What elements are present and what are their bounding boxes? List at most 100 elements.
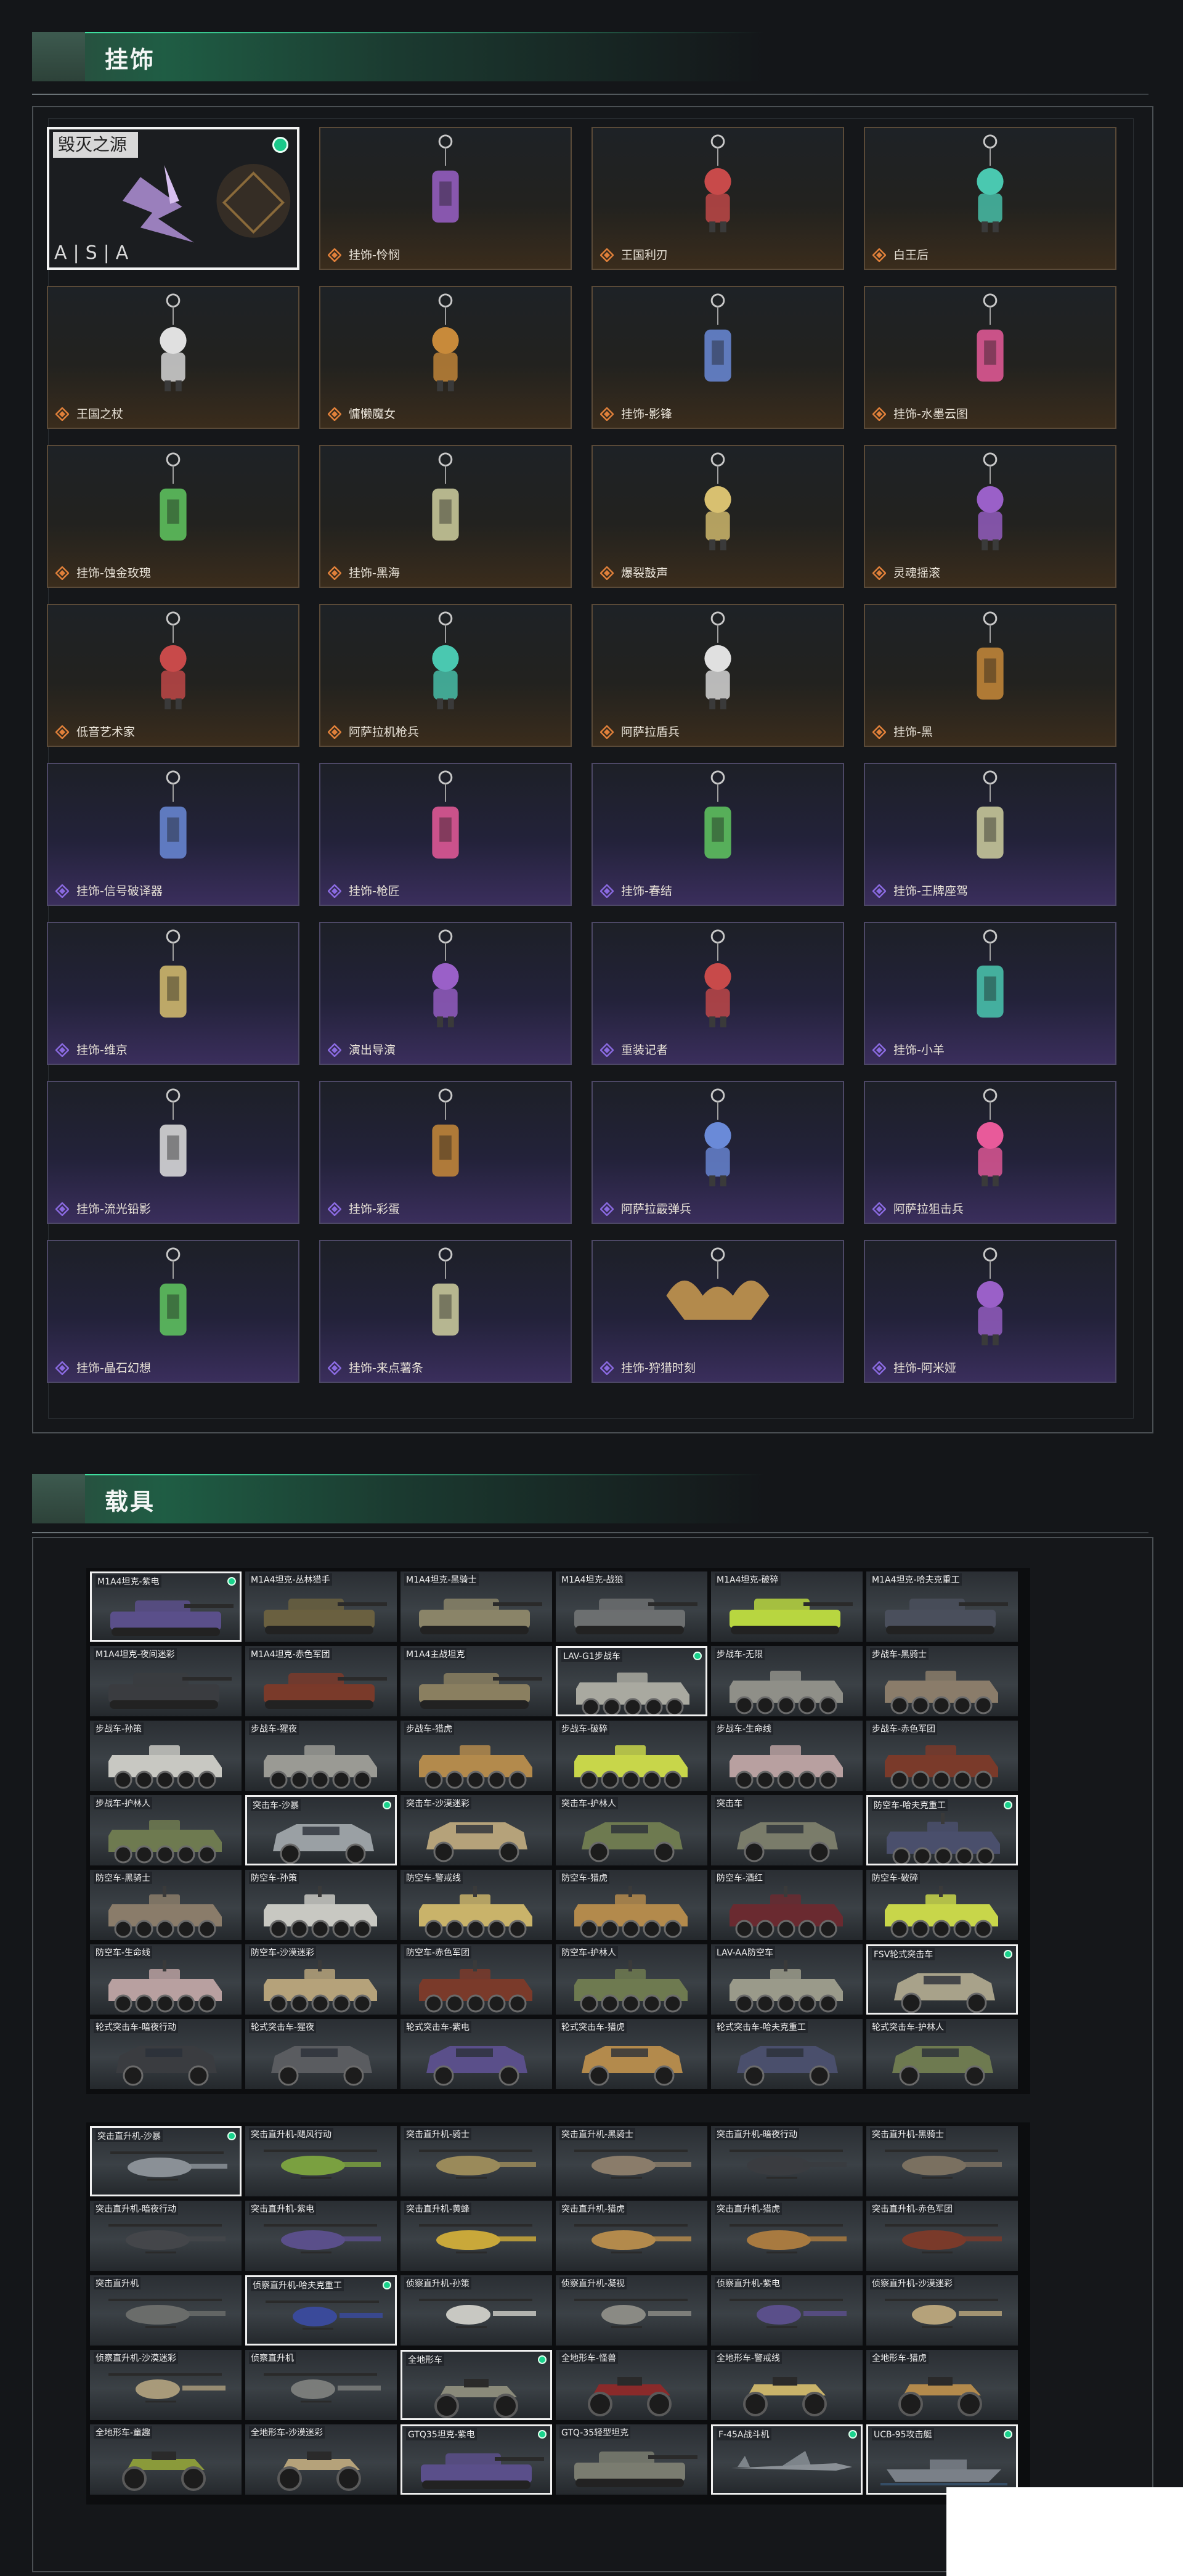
vehicle-tile[interactable]: 全地形车-沙漠迷彩 — [245, 2424, 397, 2495]
vehicle-tile[interactable]: M1A4坦克-丛林猎手 — [245, 1571, 397, 1642]
ornament-card[interactable]: 挂饰-流光铅影 — [47, 1081, 299, 1224]
vehicle-tile[interactable]: 步战车-猎虎 — [400, 1721, 552, 1791]
vehicle-tile[interactable]: 步战车-破碎 — [556, 1721, 707, 1791]
vehicle-tile[interactable]: 突击直升机-黑骑士 — [556, 2126, 707, 2196]
vehicle-tile[interactable]: 步战车-孙策 — [90, 1721, 242, 1791]
vehicle-tile[interactable]: 突击直升机-紫电 — [245, 2201, 397, 2271]
ornament-card[interactable]: 阿萨拉机枪兵 — [319, 604, 572, 747]
vehicle-tile[interactable]: 防空车-护林人 — [556, 1944, 707, 2015]
ornament-card[interactable]: 挂饰-来点薯条 — [319, 1240, 572, 1383]
vehicle-tile[interactable]: UCB-95攻击艇 — [866, 2424, 1018, 2495]
vehicle-tile[interactable]: 侦察直升机 — [245, 2350, 397, 2420]
vehicle-tile[interactable]: 防空车-黑骑士 — [90, 1870, 242, 1940]
vehicle-tile[interactable]: 防空车-生命线 — [90, 1944, 242, 2015]
vehicle-tile[interactable]: M1A4坦克-破碎 — [711, 1571, 863, 1642]
vehicle-tile[interactable]: 侦察直升机-紫电 — [711, 2275, 863, 2346]
ornament-card[interactable]: 挂饰-王牌座驾 — [864, 763, 1116, 906]
vehicle-tile[interactable]: 突击直升机-暗夜行动 — [711, 2126, 863, 2196]
vehicle-tile[interactable]: 突击车-护林人 — [556, 1795, 707, 1865]
ornament-card[interactable]: 挂饰-维京 — [47, 922, 299, 1065]
vehicle-tile[interactable]: 防空车-破碎 — [866, 1870, 1018, 1940]
ornament-card[interactable]: 挂饰-黑海 — [319, 445, 572, 588]
vehicle-tile[interactable]: LAV-G1步战车 — [556, 1646, 707, 1716]
vehicle-tile[interactable]: 突击直升机-黑骑士 — [866, 2126, 1018, 2196]
ornament-card[interactable]: 王国利刃 — [592, 127, 844, 270]
vehicle-tile[interactable]: 突击直升机-黄蜂 — [400, 2201, 552, 2271]
vehicle-tile[interactable]: 全地形车-警戒线 — [711, 2350, 863, 2420]
vehicle-tile[interactable]: 轮式突击车-猩夜 — [245, 2019, 397, 2089]
vehicle-tile[interactable]: 防空车-赤色军团 — [400, 1944, 552, 2015]
vehicle-tile[interactable]: 突击直升机-沙暴 — [90, 2126, 242, 2196]
ornament-card[interactable]: 挂饰-小羊 — [864, 922, 1116, 1065]
vehicle-tile[interactable]: 轮式突击车-紫电 — [400, 2019, 552, 2089]
ornament-card[interactable]: 挂饰-黑 — [864, 604, 1116, 747]
ornament-card[interactable]: 挂饰-彩蛋 — [319, 1081, 572, 1224]
vehicle-tile[interactable]: 突击直升机 — [90, 2275, 242, 2346]
vehicle-tile[interactable]: 突击直升机-赤色军团 — [866, 2201, 1018, 2271]
vehicle-tile[interactable]: 突击车 — [711, 1795, 863, 1865]
ornament-card[interactable]: 阿萨拉盾兵 — [592, 604, 844, 747]
vehicle-tile[interactable]: GTQ35坦克-紫电 — [400, 2424, 552, 2495]
vehicle-tile[interactable]: 防空车-猎虎 — [556, 1870, 707, 1940]
vehicle-tile[interactable]: M1A4主战坦克 — [400, 1646, 552, 1716]
vehicle-tile[interactable]: F-45A战斗机 — [711, 2424, 863, 2495]
vehicle-tile[interactable]: 步战车-猩夜 — [245, 1721, 397, 1791]
vehicle-tile[interactable]: 全地形车 — [400, 2350, 552, 2420]
vehicle-tile[interactable]: 步战车-黑骑士 — [866, 1646, 1018, 1716]
vehicle-tile[interactable]: 防空车-警戒线 — [400, 1870, 552, 1940]
vehicle-tile[interactable]: M1A4坦克-赤色军团 — [245, 1646, 397, 1716]
vehicle-tile[interactable]: 突击车-沙暴 — [245, 1795, 397, 1865]
vehicle-tile[interactable]: 防空车-酒红 — [711, 1870, 863, 1940]
ornament-card[interactable]: 挂饰-影锋 — [592, 286, 844, 429]
ornament-card[interactable]: 阿萨拉霰弹兵 — [592, 1081, 844, 1224]
vehicle-tile[interactable]: 突击直升机-飓风行动 — [245, 2126, 397, 2196]
ornament-card[interactable]: 挂饰-枪匠 — [319, 763, 572, 906]
vehicle-tile[interactable]: 轮式突击车-哈夫克重工 — [711, 2019, 863, 2089]
ornament-card[interactable]: 重装记者 — [592, 922, 844, 1065]
ornament-card[interactable]: 爆裂鼓声 — [592, 445, 844, 588]
ornament-card[interactable]: 王国之杖 — [47, 286, 299, 429]
ornament-card[interactable]: 挂饰-蚀金玫瑰 — [47, 445, 299, 588]
ornament-card[interactable]: 挂饰-怜悯 — [319, 127, 572, 270]
vehicle-tile[interactable]: M1A4坦克-黑骑士 — [400, 1571, 552, 1642]
vehicle-tile[interactable]: 轮式突击车-护林人 — [866, 2019, 1018, 2089]
vehicle-tile[interactable]: 全地形车-怪兽 — [556, 2350, 707, 2420]
ornament-card[interactable]: 慵懒魔女 — [319, 286, 572, 429]
vehicle-tile[interactable]: M1A4坦克-夜间迷彩 — [90, 1646, 242, 1716]
ornament-card[interactable]: 白王后 — [864, 127, 1116, 270]
vehicle-tile[interactable]: 轮式突击车-猎虎 — [556, 2019, 707, 2089]
vehicle-tile[interactable]: 防空车-哈夫克重工 — [866, 1795, 1018, 1865]
vehicle-tile[interactable]: 轮式突击车-暗夜行动 — [90, 2019, 242, 2089]
ornament-card[interactable]: 阿萨拉狙击兵 — [864, 1081, 1116, 1224]
vehicle-tile[interactable]: LAV-AA防空车 — [711, 1944, 863, 2015]
ornament-card[interactable]: 挂饰-水墨云图 — [864, 286, 1116, 429]
vehicle-tile[interactable]: 防空车-沙漠迷彩 — [245, 1944, 397, 2015]
vehicle-tile[interactable]: 全地形车-猎虎 — [866, 2350, 1018, 2420]
vehicle-tile[interactable]: 步战车-生命线 — [711, 1721, 863, 1791]
vehicle-tile[interactable]: 突击直升机-骑士 — [400, 2126, 552, 2196]
vehicle-tile[interactable]: 侦察直升机-沙漠迷彩 — [90, 2350, 242, 2420]
vehicle-tile[interactable]: 步战车-护林人 — [90, 1795, 242, 1865]
vehicle-tile[interactable]: M1A4坦克-哈夫克重工 — [866, 1571, 1018, 1642]
ornament-card[interactable]: 挂饰-狩猎时刻 — [592, 1240, 844, 1383]
ornament-card[interactable]: 演出导演 — [319, 922, 572, 1065]
vehicle-tile[interactable]: 步战车-赤色军团 — [866, 1721, 1018, 1791]
vehicle-tile[interactable]: 侦察直升机-凝视 — [556, 2275, 707, 2346]
vehicle-tile[interactable]: 突击直升机-猎虎 — [711, 2201, 863, 2271]
vehicle-tile[interactable]: 侦察直升机-哈夫克重工 — [245, 2275, 397, 2346]
vehicle-tile[interactable]: 突击车-沙漠迷彩 — [400, 1795, 552, 1865]
vehicle-tile[interactable]: 防空车-孙策 — [245, 1870, 397, 1940]
vehicle-tile[interactable]: FSV轮式突击车 — [866, 1944, 1018, 2015]
ornament-card[interactable]: 毁灭之源 A|S|A — [47, 127, 299, 270]
ornament-card[interactable]: 挂饰-阿米娅 — [864, 1240, 1116, 1383]
vehicle-tile[interactable]: 全地形车-童趣 — [90, 2424, 242, 2495]
ornament-card[interactable]: 灵魂摇滚 — [864, 445, 1116, 588]
vehicle-tile[interactable]: 步战车-无限 — [711, 1646, 863, 1716]
ornament-card[interactable]: 挂饰-晶石幻想 — [47, 1240, 299, 1383]
vehicle-tile[interactable]: GTQ-35轻型坦克 — [556, 2424, 707, 2495]
vehicle-tile[interactable]: 侦察直升机-孙策 — [400, 2275, 552, 2346]
vehicle-tile[interactable]: 侦察直升机-沙漠迷彩 — [866, 2275, 1018, 2346]
ornament-card[interactable]: 挂饰-春结 — [592, 763, 844, 906]
ornament-card[interactable]: 挂饰-信号破译器 — [47, 763, 299, 906]
vehicle-tile[interactable]: M1A4坦克-紫电 — [90, 1571, 242, 1642]
